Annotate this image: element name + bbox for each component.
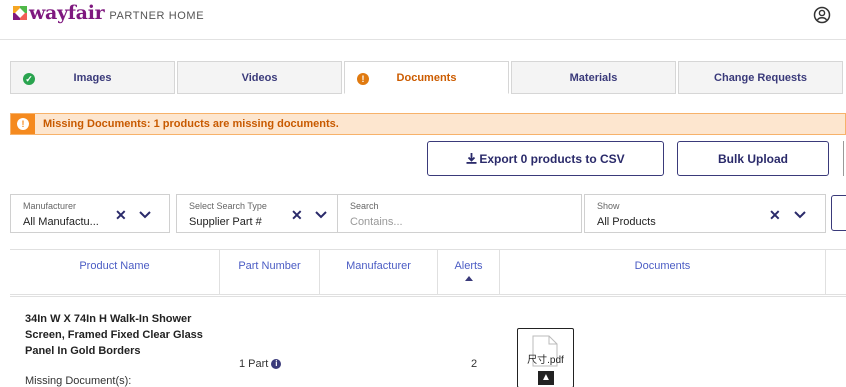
bulk-upload-label: Bulk Upload (717, 151, 788, 166)
clear-icon[interactable]: ✕ (769, 207, 781, 224)
column-header-label: Alerts (454, 260, 483, 272)
tab-videos[interactable]: Videos (177, 61, 342, 94)
manufacturer-select[interactable]: Manufacturer All Manufactu... ✕ (10, 194, 170, 233)
show-select[interactable]: Show All Products ✕ (584, 194, 826, 233)
chevron-down-icon[interactable] (793, 207, 807, 221)
wayfair-logo[interactable]: wayfair PARTNER HOME (13, 2, 204, 24)
missing-documents-label: Missing Document(s): (25, 375, 132, 387)
wayfair-logo-mark-icon (13, 6, 27, 20)
clear-icon[interactable]: ✕ (115, 207, 127, 224)
clear-icon[interactable]: ✕ (291, 207, 303, 224)
column-header-documents[interactable]: Documents (500, 250, 826, 294)
column-header-product-name[interactable]: Product Name (10, 250, 220, 294)
document-card[interactable]: 尺寸.pdf ▲ (517, 328, 574, 387)
show-label: Show (597, 201, 620, 211)
search-input[interactable]: Contains... (350, 216, 403, 228)
column-header-label: Part Number (238, 260, 301, 272)
export-csv-button[interactable]: Export 0 products to CSV (427, 141, 664, 176)
tab-change-requests[interactable]: Change Requests (678, 61, 843, 94)
filter-overflow-button[interactable] (831, 195, 846, 231)
manufacturer-label: Manufacturer (23, 201, 77, 211)
search-label: Search (350, 201, 379, 211)
column-header-label: Manufacturer (346, 260, 411, 272)
search-type-select[interactable]: Select Search Type Supplier Part # ✕ (176, 194, 338, 233)
filter-bar: Manufacturer All Manufactu... ✕ Select S… (0, 194, 826, 233)
product-name[interactable]: 34In W X 74In H Walk-In Shower Screen, F… (25, 311, 215, 359)
search-type-value: Supplier Part # (189, 216, 262, 228)
tab-label: Documents (396, 71, 457, 84)
column-header-label: Product Name (79, 260, 150, 272)
check-circle-icon: ✓ (23, 73, 35, 85)
upload-icon[interactable]: ▲ (538, 371, 554, 385)
alerts-count: 2 (471, 358, 478, 370)
top-header: wayfair PARTNER HOME (0, 0, 846, 40)
chevron-down-icon[interactable] (138, 207, 152, 221)
manufacturer-value: All Manufactu... (23, 216, 99, 228)
sort-ascending-icon (464, 276, 473, 281)
info-icon[interactable]: i (271, 359, 282, 369)
table-header: Product Name Part Number Manufacturer Al… (10, 249, 846, 295)
part-number-cell: 1 Part i (239, 358, 282, 370)
tab-label: Change Requests (714, 71, 807, 84)
alert-circle-icon: ! (11, 114, 35, 134)
alert-circle-icon: ! (357, 73, 369, 85)
tab-bar: ✓ Images Videos ! Documents Materials Ch… (10, 61, 845, 94)
search-field[interactable]: Search Contains... (337, 194, 582, 233)
search-type-label: Select Search Type (189, 201, 267, 211)
part-count: 1 Part (239, 358, 269, 370)
missing-documents-alert: ! Missing Documents: 1 products are miss… (10, 113, 846, 135)
table-row: 34In W X 74In H Walk-In Shower Screen, F… (10, 296, 846, 387)
download-icon (466, 153, 477, 164)
column-header-manufacturer[interactable]: Manufacturer (320, 250, 438, 294)
brand-name: wayfair (29, 2, 105, 24)
brand-sub-name: PARTNER HOME (109, 10, 205, 22)
column-header-part-number[interactable]: Part Number (220, 250, 320, 294)
tab-label: Images (73, 71, 112, 84)
tab-images[interactable]: ✓ Images (10, 61, 175, 94)
user-circle-icon[interactable] (813, 6, 831, 24)
tab-materials[interactable]: Materials (511, 61, 676, 94)
tab-documents[interactable]: ! Documents (344, 61, 509, 94)
bulk-upload-button[interactable]: Bulk Upload (677, 141, 829, 176)
tab-label: Materials (569, 71, 618, 84)
alert-text: Missing Documents: 1 products are missin… (43, 118, 339, 130)
document-file-name: 尺寸.pdf (527, 355, 564, 366)
chevron-down-icon[interactable] (314, 207, 328, 221)
column-header-label: Documents (634, 260, 691, 272)
export-csv-label: Export 0 products to CSV (479, 151, 625, 166)
show-value: All Products (597, 216, 656, 228)
column-header-alerts[interactable]: Alerts (438, 250, 500, 294)
tab-label: Videos (241, 71, 278, 84)
